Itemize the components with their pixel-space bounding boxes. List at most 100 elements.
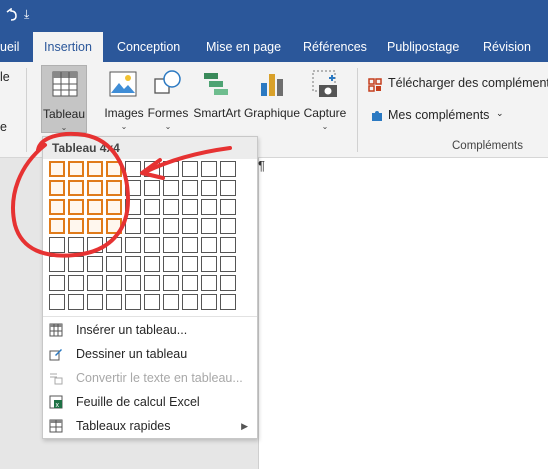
grid-cell[interactable] <box>68 218 84 234</box>
grid-cell[interactable] <box>125 294 141 310</box>
graphique-button[interactable]: Graphique <box>243 65 301 133</box>
grid-cell[interactable] <box>220 161 236 177</box>
capture-button[interactable]: Capture ⌄ <box>302 65 348 133</box>
grid-cell[interactable] <box>163 180 179 196</box>
grid-cell[interactable] <box>182 256 198 272</box>
grid-cell[interactable] <box>182 199 198 215</box>
grid-cell[interactable] <box>163 275 179 291</box>
grid-cell[interactable] <box>201 294 217 310</box>
grid-cell[interactable] <box>163 161 179 177</box>
grid-cell[interactable] <box>68 256 84 272</box>
grid-cell[interactable] <box>220 237 236 253</box>
grid-cell[interactable] <box>106 199 122 215</box>
grid-cell[interactable] <box>68 180 84 196</box>
grid-cell[interactable] <box>68 275 84 291</box>
document-page[interactable] <box>258 158 548 469</box>
smartart-button[interactable]: SmartArt <box>192 65 242 133</box>
grid-cell[interactable] <box>49 199 65 215</box>
grid-cell[interactable] <box>125 180 141 196</box>
grid-cell[interactable] <box>49 161 65 177</box>
grid-cell[interactable] <box>201 218 217 234</box>
tab-mise-en-page[interactable]: Mise en page <box>206 32 281 62</box>
customize-qat-icon[interactable]: ⤓ <box>24 7 29 22</box>
tab-conception[interactable]: Conception <box>117 32 180 62</box>
table-grid-picker[interactable] <box>49 161 239 313</box>
grid-cell[interactable] <box>201 256 217 272</box>
grid-cell[interactable] <box>182 275 198 291</box>
grid-cell[interactable] <box>220 275 236 291</box>
grid-cell[interactable] <box>49 294 65 310</box>
grid-cell[interactable] <box>220 218 236 234</box>
grid-cell[interactable] <box>87 180 103 196</box>
grid-cell[interactable] <box>201 180 217 196</box>
grid-cell[interactable] <box>220 199 236 215</box>
grid-cell[interactable] <box>144 180 160 196</box>
grid-cell[interactable] <box>68 199 84 215</box>
grid-cell[interactable] <box>144 237 160 253</box>
grid-cell[interactable] <box>49 256 65 272</box>
grid-cell[interactable] <box>125 237 141 253</box>
images-button[interactable]: Images ⌄ <box>104 65 144 133</box>
grid-cell[interactable] <box>106 294 122 310</box>
grid-cell[interactable] <box>220 294 236 310</box>
undo-icon[interactable] <box>4 8 18 22</box>
menu-item-inserer-tableau[interactable]: Insérer un tableau... <box>43 318 257 342</box>
grid-cell[interactable] <box>125 256 141 272</box>
grid-cell[interactable] <box>125 218 141 234</box>
grid-cell[interactable] <box>201 199 217 215</box>
grid-cell[interactable] <box>182 161 198 177</box>
grid-cell[interactable] <box>163 294 179 310</box>
menu-item-convertir-texte[interactable]: Convertir le texte en tableau... <box>43 366 257 390</box>
grid-cell[interactable] <box>182 180 198 196</box>
grid-cell[interactable] <box>144 161 160 177</box>
grid-cell[interactable] <box>201 161 217 177</box>
formes-button[interactable]: Formes ⌄ <box>147 65 189 133</box>
grid-cell[interactable] <box>87 199 103 215</box>
grid-cell[interactable] <box>68 161 84 177</box>
grid-cell[interactable] <box>106 218 122 234</box>
grid-cell[interactable] <box>106 180 122 196</box>
tab-insertion[interactable]: Insertion <box>33 32 103 62</box>
grid-cell[interactable] <box>68 294 84 310</box>
menu-item-feuille-excel[interactable]: x Feuille de calcul Excel <box>43 390 257 414</box>
grid-cell[interactable] <box>106 237 122 253</box>
grid-cell[interactable] <box>49 180 65 196</box>
grid-cell[interactable] <box>68 237 84 253</box>
grid-cell[interactable] <box>49 237 65 253</box>
grid-cell[interactable] <box>144 199 160 215</box>
grid-cell[interactable] <box>182 218 198 234</box>
grid-cell[interactable] <box>87 275 103 291</box>
grid-cell[interactable] <box>87 237 103 253</box>
grid-cell[interactable] <box>201 237 217 253</box>
menu-item-dessiner-tableau[interactable]: Dessiner un tableau <box>43 342 257 366</box>
grid-cell[interactable] <box>125 161 141 177</box>
grid-cell[interactable] <box>49 275 65 291</box>
grid-cell[interactable] <box>163 237 179 253</box>
grid-cell[interactable] <box>125 199 141 215</box>
grid-cell[interactable] <box>106 161 122 177</box>
grid-cell[interactable] <box>201 275 217 291</box>
grid-cell[interactable] <box>144 256 160 272</box>
grid-cell[interactable] <box>144 294 160 310</box>
tab-references[interactable]: Références <box>303 32 367 62</box>
menu-item-tableaux-rapides[interactable]: Tableaux rapides ▶ <box>43 414 257 438</box>
tab-publipostage[interactable]: Publipostage <box>387 32 459 62</box>
grid-cell[interactable] <box>87 294 103 310</box>
grid-cell[interactable] <box>182 237 198 253</box>
grid-cell[interactable] <box>106 275 122 291</box>
grid-cell[interactable] <box>87 256 103 272</box>
tab-accueil[interactable]: ueil <box>0 32 30 62</box>
grid-cell[interactable] <box>163 256 179 272</box>
grid-cell[interactable] <box>182 294 198 310</box>
tableau-button[interactable]: Tableau ⌄ <box>41 65 87 133</box>
grid-cell[interactable] <box>163 218 179 234</box>
grid-cell[interactable] <box>87 218 103 234</box>
grid-cell[interactable] <box>49 218 65 234</box>
tab-revision[interactable]: Révision <box>483 32 531 62</box>
grid-cell[interactable] <box>144 275 160 291</box>
grid-cell[interactable] <box>220 180 236 196</box>
grid-cell[interactable] <box>220 256 236 272</box>
grid-cell[interactable] <box>125 275 141 291</box>
grid-cell[interactable] <box>163 199 179 215</box>
grid-cell[interactable] <box>87 161 103 177</box>
